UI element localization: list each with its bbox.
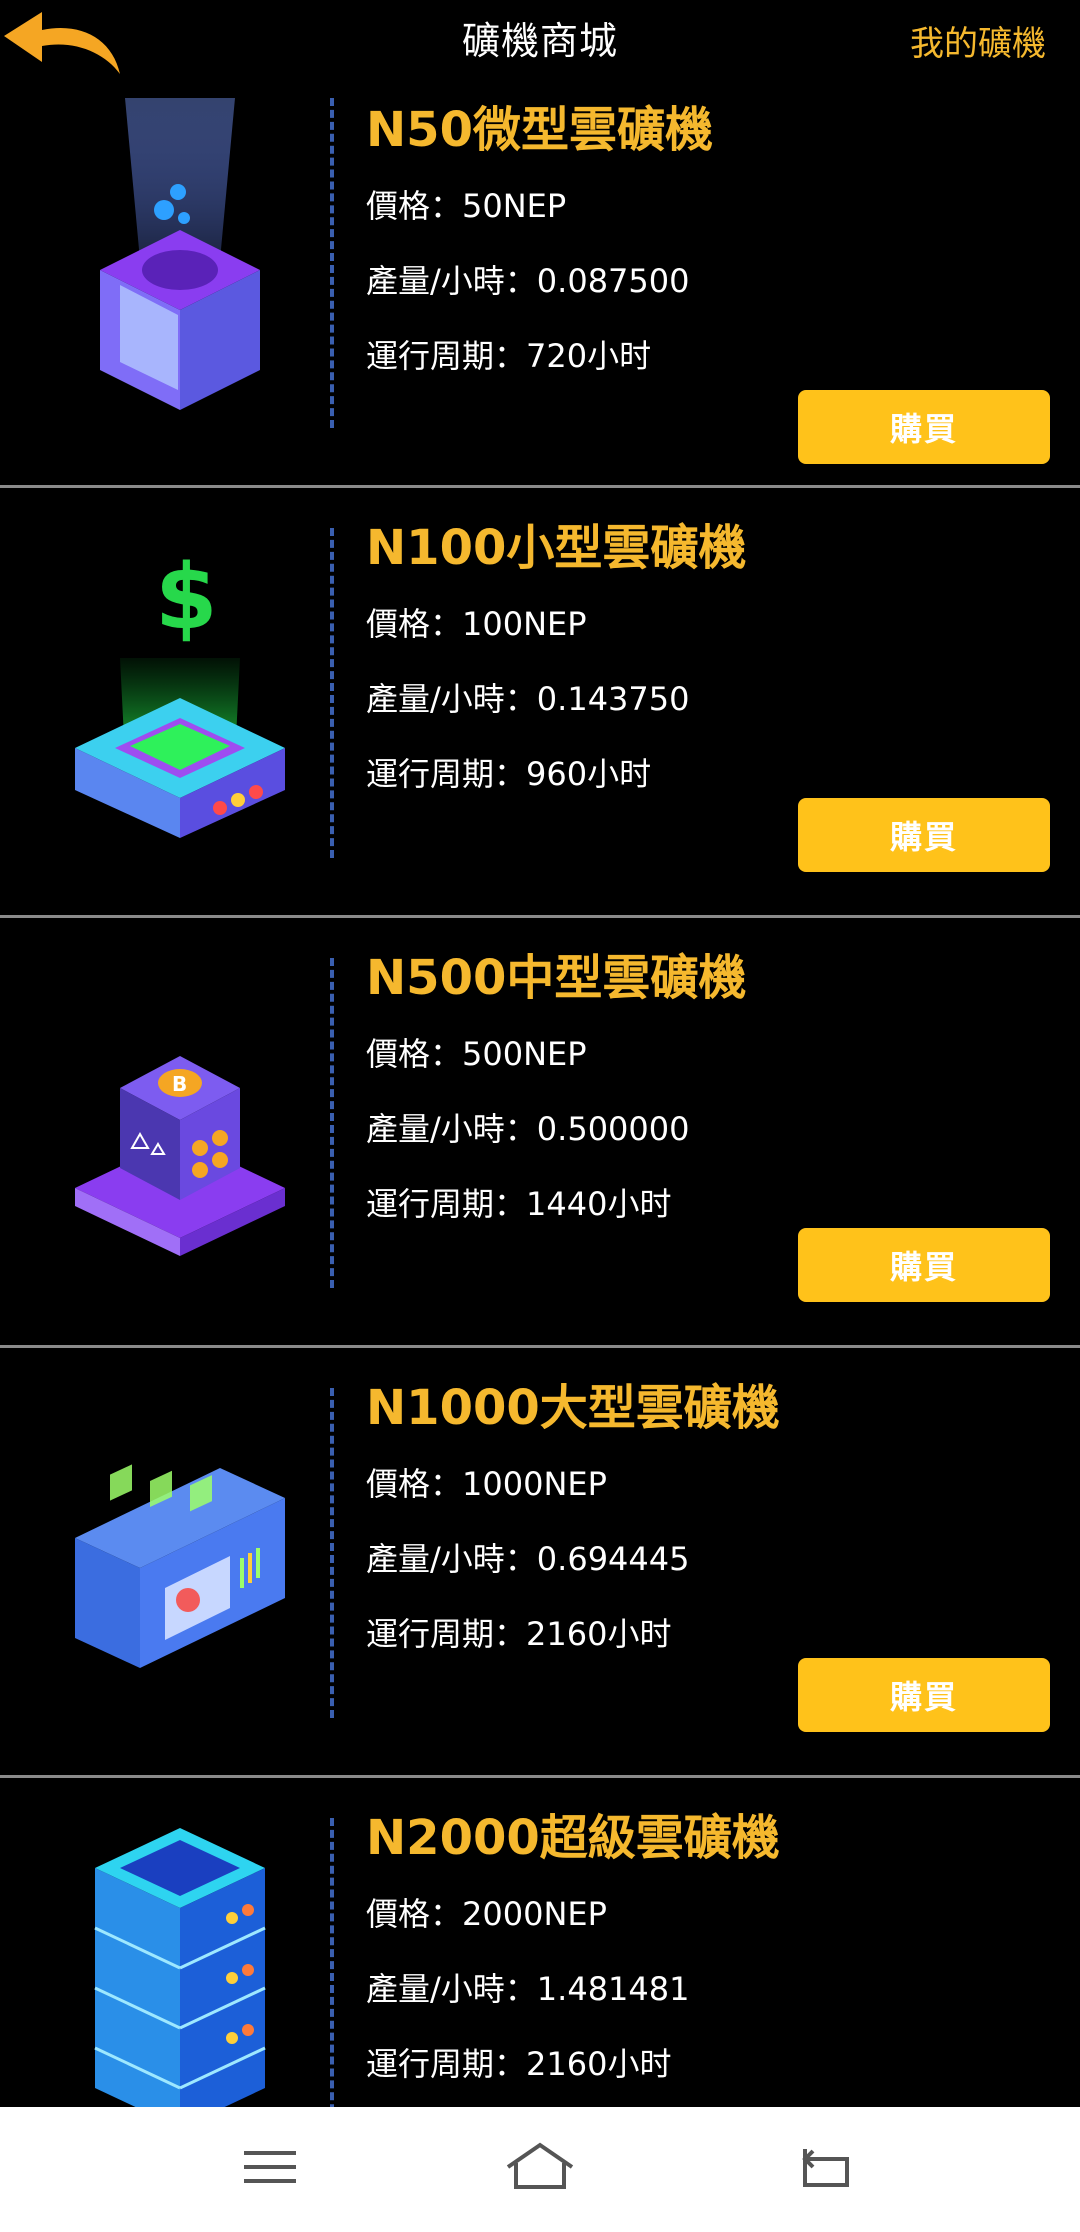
price-value: 1000NEP (462, 1465, 607, 1503)
menu-button[interactable] (230, 2137, 310, 2197)
output-value: 0.500000 (536, 1110, 690, 1148)
product-card: B N500中型雲礦機 價格：500NEP 產量/小時：0.500000 運行周… (0, 918, 1080, 1348)
product-name: N500中型雲礦機 (366, 950, 747, 1006)
dashed-divider (330, 1388, 334, 1718)
period-label: 運行周期： (366, 2045, 527, 2083)
price-label: 價格： (366, 1035, 463, 1073)
buy-button[interactable]: 購買 (798, 1658, 1050, 1732)
price-row: 價格：500NEP (366, 1034, 746, 1074)
period-value: 720小时 (526, 337, 652, 375)
back-nav-button[interactable] (785, 2137, 865, 2197)
dashed-divider (330, 1818, 334, 2148)
return-icon (802, 2149, 849, 2187)
price-value: 100NEP (462, 605, 587, 643)
price-row: 價格：100NEP (366, 604, 746, 644)
period-row: 運行周期：960小时 (366, 754, 746, 794)
product-card: N50微型雲礦機 價格：50NEP 產量/小時：0.087500 運行周期：72… (0, 80, 1080, 488)
output-value: 0.087500 (536, 262, 690, 300)
buy-button[interactable]: 購買 (798, 1228, 1050, 1302)
price-row: 價格：1000NEP (366, 1464, 780, 1504)
price-value: 2000NEP (462, 1895, 607, 1933)
price-label: 價格： (366, 187, 463, 225)
period-value: 1440小时 (526, 1185, 672, 1223)
period-value: 2160小时 (526, 1615, 672, 1653)
output-row: 產量/小時：0.087500 (366, 261, 713, 301)
period-label: 運行周期： (366, 1185, 527, 1223)
product-card: N1000大型雲礦機 價格：1000NEP 產量/小時：0.694445 運行周… (0, 1348, 1080, 1778)
output-label: 產量/小時： (366, 680, 537, 718)
dashed-divider (330, 958, 334, 1288)
output-label: 產量/小時： (366, 1110, 537, 1148)
price-row: 價格：50NEP (366, 186, 713, 226)
period-value: 960小时 (526, 755, 652, 793)
medium-miner-illustration: B (60, 938, 300, 1268)
period-value: 2160小时 (526, 2045, 672, 2083)
micro-miner-illustration (60, 80, 300, 410)
product-info: N100小型雲礦機 價格：100NEP 產量/小時：0.143750 運行周期：… (366, 518, 746, 829)
product-info: N500中型雲礦機 價格：500NEP 產量/小時：0.500000 運行周期：… (366, 948, 746, 1259)
output-value: 1.481481 (536, 1970, 690, 2008)
price-value: 50NEP (462, 187, 567, 225)
svg-text:B: B (172, 1072, 187, 1096)
buy-button[interactable]: 購買 (798, 798, 1050, 872)
price-label: 價格： (366, 1895, 463, 1933)
product-info: N50微型雲礦機 價格：50NEP 產量/小時：0.087500 運行周期：72… (366, 100, 713, 411)
system-nav-bar (0, 2107, 1080, 2232)
dashed-divider (330, 528, 334, 858)
price-label: 價格： (366, 605, 463, 643)
period-row: 運行周期：720小时 (366, 336, 713, 376)
output-label: 產量/小時： (366, 262, 537, 300)
large-miner-illustration (60, 1368, 300, 1698)
product-name: N100小型雲礦機 (366, 520, 747, 576)
product-info: N2000超級雲礦機 價格：2000NEP 產量/小時：1.481481 運行周… (366, 1808, 780, 2119)
menu-icon (244, 2151, 296, 2183)
output-row: 產量/小時：1.481481 (366, 1969, 780, 2009)
output-row: 產量/小時：0.500000 (366, 1109, 746, 1149)
output-value: 0.694445 (536, 1540, 690, 1578)
home-button[interactable] (500, 2137, 580, 2197)
product-list: N50微型雲礦機 價格：50NEP 產量/小時：0.087500 運行周期：72… (0, 80, 1080, 2208)
product-card: $ N100小型雲礦機 價格：100NEP 產量/小時：0.143750 運行周… (0, 488, 1080, 918)
price-label: 價格： (366, 1465, 463, 1503)
product-info: N1000大型雲礦機 價格：1000NEP 產量/小時：0.694445 運行周… (366, 1378, 780, 1689)
output-label: 產量/小時： (366, 1970, 537, 2008)
small-miner-illustration: $ (60, 508, 300, 838)
period-label: 運行周期： (366, 1615, 527, 1653)
buy-button[interactable]: 購買 (798, 390, 1050, 464)
period-row: 運行周期：2160小时 (366, 1614, 780, 1654)
price-row: 價格：2000NEP (366, 1894, 780, 1934)
period-row: 運行周期：1440小时 (366, 1184, 746, 1224)
output-label: 產量/小時： (366, 1540, 537, 1578)
my-miners-link[interactable]: 我的礦機 (910, 16, 1046, 65)
top-bar: 礦機商城 我的礦機 (0, 0, 1080, 80)
product-name: N1000大型雲礦機 (366, 1380, 780, 1436)
dashed-divider (330, 98, 334, 428)
period-label: 運行周期： (366, 337, 527, 375)
period-label: 運行周期： (366, 755, 527, 793)
svg-text:$: $ (155, 545, 218, 650)
output-value: 0.143750 (536, 680, 690, 718)
period-row: 運行周期：2160小时 (366, 2044, 780, 2084)
output-row: 產量/小時：0.694445 (366, 1539, 780, 1579)
price-value: 500NEP (462, 1035, 587, 1073)
home-icon (506, 2142, 574, 2189)
output-row: 產量/小時：0.143750 (366, 679, 746, 719)
product-name: N50微型雲礦機 (366, 102, 713, 158)
super-miner-illustration (60, 1798, 300, 2128)
product-name: N2000超級雲礦機 (366, 1810, 780, 1866)
